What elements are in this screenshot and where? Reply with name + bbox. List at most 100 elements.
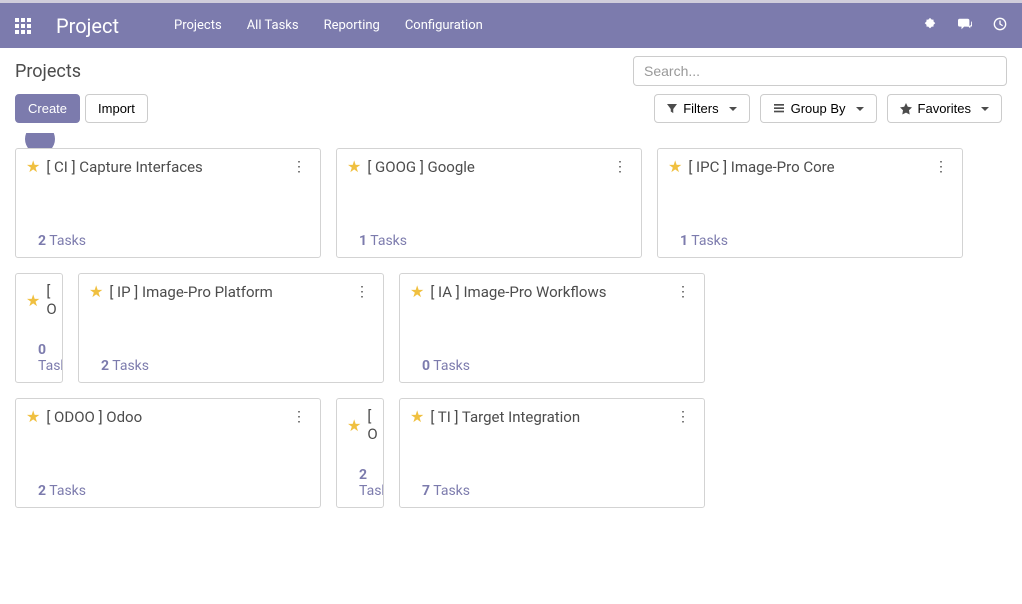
task-count: 1	[359, 233, 367, 249]
app-brand[interactable]: Project	[56, 14, 119, 38]
filters-button[interactable]: Filters	[654, 94, 749, 123]
favorites-label: Favorites	[918, 101, 971, 116]
nav-reporting[interactable]: Reporting	[324, 18, 380, 33]
star-icon[interactable]: ★	[410, 282, 424, 301]
card-title: [ CI ] Capture Interfaces	[46, 158, 202, 176]
card-header: ★ [ ODOO ] Odoo ⋮	[26, 407, 310, 426]
card-header: ★ [ TI ] Target Integration ⋮	[410, 407, 694, 426]
breadcrumb: Projects	[15, 61, 81, 82]
card-menu-icon[interactable]: ⋮	[609, 159, 631, 175]
card-header: ★[ O	[26, 282, 52, 318]
bug-icon[interactable]	[923, 17, 937, 35]
project-card[interactable]: ★ [ IP ] Image-Pro Platform ⋮ 2 Tasks	[78, 273, 384, 383]
project-card[interactable]: ★ [ TI ] Target Integration ⋮ 7 Tasks	[399, 398, 705, 508]
search-input[interactable]	[633, 56, 1007, 86]
list-icon	[773, 104, 785, 114]
caret-down-icon	[981, 107, 989, 111]
star-icon[interactable]: ★	[410, 407, 424, 426]
card-title: [ IP ] Image-Pro Platform	[109, 283, 272, 301]
tasks-label: Tasks	[359, 483, 384, 499]
star-icon[interactable]: ★	[26, 157, 40, 176]
apps-icon[interactable]	[15, 18, 31, 34]
card-tasks-link[interactable]: 0 Tasks	[26, 342, 52, 374]
card-menu-icon[interactable]: ⋮	[351, 284, 373, 300]
tasks-label: Tasks	[46, 483, 86, 499]
card-menu-icon[interactable]: ⋮	[672, 284, 694, 300]
card-header: ★ [ CI ] Capture Interfaces ⋮	[26, 157, 310, 176]
card-tasks-link[interactable]: 2 Tasks	[347, 467, 373, 499]
tasks-label: Tasks	[688, 233, 728, 249]
card-title: [ ODOO ] Odoo	[46, 408, 142, 426]
card-menu-icon[interactable]: ⋮	[288, 159, 310, 175]
tasks-label: Tasks	[46, 233, 86, 249]
favorites-button[interactable]: Favorites	[887, 94, 1002, 123]
filter-icon	[667, 104, 677, 114]
star-icon[interactable]: ★	[26, 407, 40, 426]
card-header: ★[ GOOG ] Google⋮	[347, 157, 631, 176]
card-menu-icon[interactable]: ⋮	[288, 409, 310, 425]
project-card[interactable]: ★ [ IA ] Image-Pro Workflows ⋮ 0 Tasks	[399, 273, 705, 383]
group-by-button[interactable]: Group By	[760, 94, 877, 123]
star-icon[interactable]: ★	[89, 282, 103, 301]
project-card[interactable]: ★ [ ODOO ] Odoo ⋮ 2 Tasks	[15, 398, 321, 508]
star-icon	[900, 103, 912, 115]
kanban-view: ★[ CI ] Capture Interfaces⋮2 Tasks★[ GOO…	[0, 133, 1022, 523]
task-count: 0	[422, 358, 430, 374]
tasks-label: Tasks	[109, 358, 149, 374]
card-tasks-link[interactable]: 2 Tasks	[26, 483, 310, 499]
card-menu-icon[interactable]: ⋮	[672, 409, 694, 425]
tasks-label: Tasks	[367, 233, 407, 249]
card-menu-icon[interactable]: ⋮	[930, 159, 952, 175]
tasks-label: Tasks	[38, 358, 63, 374]
tasks-label: Tasks	[430, 483, 470, 499]
star-icon[interactable]: ★	[26, 291, 40, 310]
card-title: [ TI ] Target Integration	[430, 408, 580, 426]
nav-all-tasks[interactable]: All Tasks	[247, 18, 299, 33]
card-tasks-link[interactable]: 0 Tasks	[410, 358, 694, 374]
navbar: Project Projects All Tasks Reporting Con…	[0, 3, 1022, 48]
tasks-label: Tasks	[430, 358, 470, 374]
control-panel-top: Projects	[15, 56, 1007, 86]
card-title: [ O	[46, 282, 56, 318]
task-count: 2	[101, 358, 109, 374]
card-header: ★[ O	[347, 407, 373, 443]
navbar-menu: Projects All Tasks Reporting Configurati…	[174, 18, 483, 33]
caret-down-icon	[729, 107, 737, 111]
card-title: [ IPC ] Image-Pro Core	[688, 158, 834, 176]
chat-icon[interactable]	[957, 17, 973, 35]
control-panel: Projects Create Import Filters Group By	[0, 48, 1022, 133]
project-card[interactable]: ★[ O0 Tasks	[15, 273, 63, 383]
clock-icon[interactable]	[993, 17, 1007, 35]
import-button[interactable]: Import	[85, 94, 148, 123]
card-title: [ O	[367, 407, 377, 443]
star-icon[interactable]: ★	[347, 416, 361, 435]
group-by-label: Group By	[791, 101, 846, 116]
task-count: 2	[38, 233, 46, 249]
task-count: 2	[38, 483, 46, 499]
card-header: ★ [ IPC ] Image-Pro Core ⋮	[668, 157, 952, 176]
card-title: [ IA ] Image-Pro Workflows	[430, 283, 606, 301]
navbar-right	[923, 17, 1007, 35]
card-header: ★ [ IP ] Image-Pro Platform ⋮	[89, 282, 373, 301]
control-panel-bottom: Create Import Filters Group By	[15, 94, 1007, 133]
card-tasks-link[interactable]: 1 Tasks	[347, 233, 631, 249]
nav-configuration[interactable]: Configuration	[405, 18, 483, 33]
caret-down-icon	[856, 107, 864, 111]
project-card[interactable]: ★ [ IPC ] Image-Pro Core ⋮ 1 Tasks	[657, 148, 963, 258]
task-count: 2	[359, 467, 367, 483]
project-card[interactable]: ★[ GOOG ] Google⋮ 1 Tasks	[336, 148, 642, 258]
task-count: 1	[680, 233, 688, 249]
project-card[interactable]: ★[ O2 Tasks	[336, 398, 384, 508]
card-tasks-link[interactable]: 7 Tasks	[410, 483, 694, 499]
nav-projects[interactable]: Projects	[174, 18, 222, 33]
task-count: 0	[38, 342, 46, 358]
card-tasks-link[interactable]: 1 Tasks	[668, 233, 952, 249]
star-icon[interactable]: ★	[347, 157, 361, 176]
card-tasks-link[interactable]: 2 Tasks	[26, 233, 310, 249]
project-card[interactable]: ★ [ CI ] Capture Interfaces ⋮ 2 Tasks	[15, 148, 321, 258]
create-button[interactable]: Create	[15, 94, 80, 123]
toolbar-right: Filters Group By Favorites	[654, 94, 1007, 123]
star-icon[interactable]: ★	[668, 157, 682, 176]
filters-label: Filters	[683, 101, 718, 116]
card-tasks-link[interactable]: 2 Tasks	[89, 358, 373, 374]
